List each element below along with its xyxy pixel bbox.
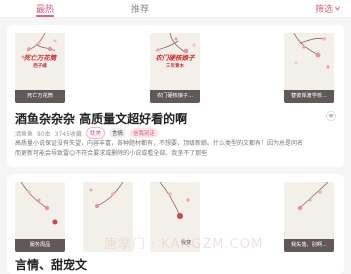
tab-hot[interactable]: 最热 xyxy=(36,2,54,15)
booklist-meta: 洒鱼鱼 80本 3745收藏 耽美 言情 信我别走 xyxy=(15,127,158,139)
tag-badge[interactable]: 耽美 xyxy=(85,127,105,139)
booklist-title[interactable]: 酒鱼杂杂杂 高质量文超好看的啊 xyxy=(15,110,187,127)
book-cover[interactable]: 服务周品 xyxy=(15,182,65,252)
book-cover[interactable]: 死亡万花筒 西子绪 死亡万花筒 xyxy=(15,33,65,103)
filter-button[interactable]: 筛选 xyxy=(315,2,341,15)
cover-art-title: 死亡万花筒 xyxy=(23,54,57,62)
booklist-card[interactable]: 死亡万花筒 西子绪 死亡万花筒 农门硬核娘子 三年青木 农门硬核娘子... 替彼… xyxy=(7,25,344,167)
top-tab-bar: 最热 推荐 筛选 xyxy=(0,0,351,18)
cover-caption: 替彼岸渡学校... xyxy=(284,90,334,103)
save-count: 3745收藏 xyxy=(54,130,82,138)
cover-caption: 死亡万花筒 xyxy=(15,90,65,103)
author-name[interactable]: 洒鱼鱼 xyxy=(15,129,33,138)
book-count: 80本 xyxy=(37,130,51,138)
cover-art-author: 西子绪 xyxy=(33,64,47,69)
cover-title-art: 死亡万花筒 西子绪 xyxy=(17,55,63,70)
chevron-down-icon xyxy=(335,6,340,11)
booklist-card[interactable]: 服务周品 我变 我失落，别啊... 言情、甜宠文 xyxy=(7,174,344,274)
tag-badge[interactable]: 言情 xyxy=(108,128,126,138)
favorite-heart-button[interactable] xyxy=(326,111,336,121)
cover-caption: 服务周品 xyxy=(15,239,65,252)
tab-recommend[interactable]: 推荐 xyxy=(131,2,149,15)
cover-caption: 农门硬核娘子... xyxy=(150,90,200,103)
booklist-description: 高质量小说保证没有失望，内容丰富，各种题材都有，不想要，顶级新娘。什么类型的文都… xyxy=(15,140,304,157)
book-cover[interactable]: 农门硬核娘子 三年青木 农门硬核娘子... xyxy=(150,33,200,103)
cover-art-title: 农门硬核娘子 xyxy=(155,54,195,62)
heart-icon xyxy=(328,113,334,119)
filter-label: 筛选 xyxy=(314,5,333,15)
cover-title-art: 农门硬核娘子 三年青木 xyxy=(152,55,198,70)
book-cover[interactable]: 我失落，别啊... xyxy=(284,182,334,252)
watermark-text: 唐掌门 · KANGZM.COM xyxy=(104,237,264,252)
cover-art-author: 三年青木 xyxy=(166,64,184,69)
tag-badge[interactable]: 信我别走 xyxy=(129,128,158,138)
cover-caption: 我失落，别啊... xyxy=(284,239,334,252)
active-tab-indicator xyxy=(36,15,54,17)
book-cover[interactable]: 替彼岸渡学校... xyxy=(284,33,334,103)
